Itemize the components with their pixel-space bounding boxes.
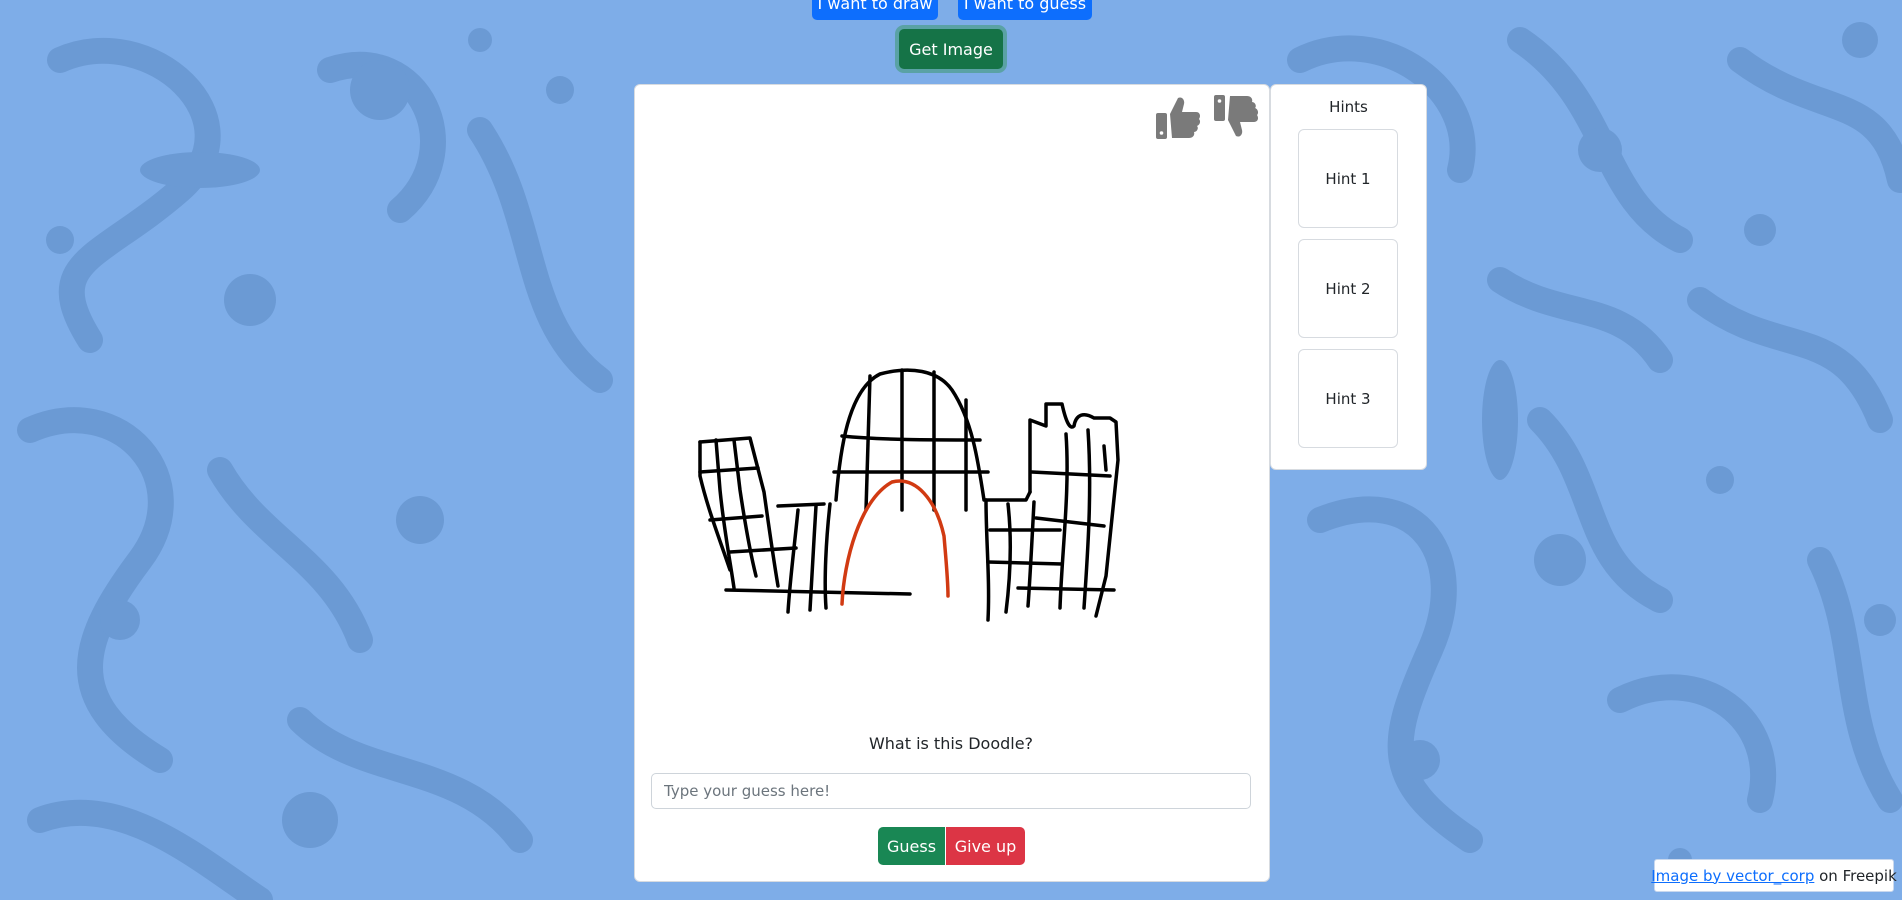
guess-input[interactable] — [651, 773, 1251, 809]
image-attribution: Image by vector_corp on Freepik — [1651, 859, 1897, 892]
hint-1-label: Hint 1 — [1325, 169, 1371, 188]
hint-1-card[interactable]: Hint 1 — [1298, 129, 1398, 228]
i-want-to-guess-button[interactable]: I want to guess — [958, 0, 1092, 20]
attribution-suffix: on Freepik — [1814, 866, 1897, 885]
i-want-to-draw-button[interactable]: I want to draw — [812, 0, 938, 20]
attribution-link[interactable]: Image by vector_corp — [1651, 867, 1814, 885]
get-image-button[interactable]: Get Image — [899, 29, 1003, 69]
hint-3-label: Hint 3 — [1325, 389, 1371, 408]
hint-2-label: Hint 2 — [1325, 279, 1371, 298]
doodle-drawing — [698, 368, 1120, 622]
hint-2-card[interactable]: Hint 2 — [1298, 239, 1398, 338]
hint-3-card[interactable]: Hint 3 — [1298, 349, 1398, 448]
give-up-button[interactable]: Give up — [946, 827, 1025, 865]
guess-button[interactable]: Guess — [878, 827, 945, 865]
question-label: What is this Doodle? — [868, 734, 1034, 753]
thumbs-down-icon[interactable] — [1212, 94, 1260, 140]
thumbs-up-icon[interactable] — [1154, 94, 1202, 140]
hints-title: Hints — [1329, 98, 1368, 116]
